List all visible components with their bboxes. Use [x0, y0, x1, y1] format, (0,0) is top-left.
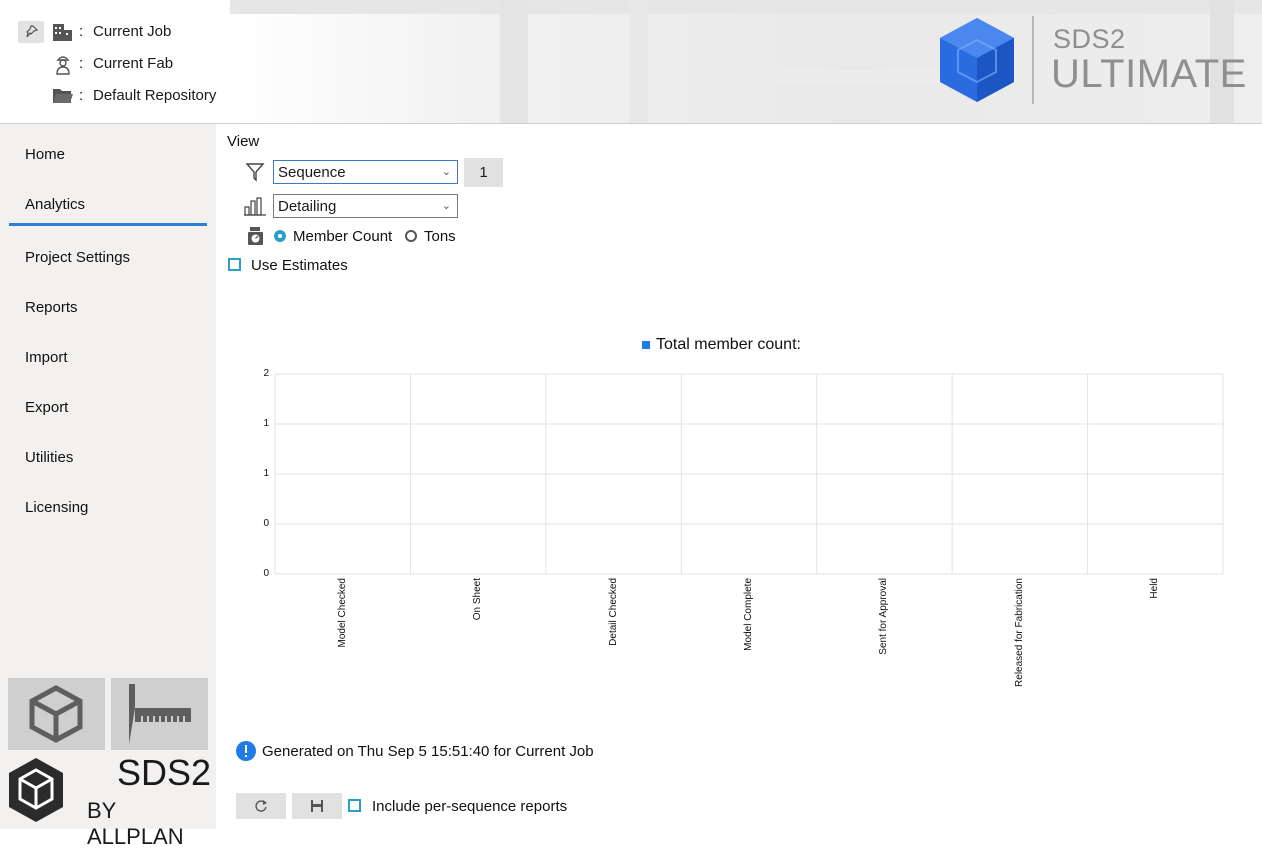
include-per-sequence-checkbox[interactable] [348, 799, 361, 812]
y-tick-label: 0 [263, 568, 269, 579]
x-tick-label: Sent for Approval [878, 578, 890, 655]
x-tick-label: Model Checked [336, 578, 348, 648]
y-tick-label: 2 [263, 368, 269, 379]
save-button[interactable] [292, 793, 342, 819]
info-icon [236, 741, 256, 766]
x-tick-label: Detail Checked [607, 578, 619, 646]
save-icon [311, 800, 323, 812]
y-tick-label: 0 [263, 518, 269, 529]
generated-status-text: Generated on Thu Sep 5 15:51:40 for Curr… [262, 743, 594, 760]
x-tick-label: Model Complete [743, 578, 754, 651]
x-tick-label: On Sheet [472, 578, 484, 621]
refresh-button[interactable] [236, 793, 286, 819]
y-tick-label: 1 [263, 468, 269, 479]
member-count-chart [274, 373, 1224, 575]
refresh-icon [255, 800, 267, 812]
x-tick-label: Released for Fabrication [1013, 578, 1025, 687]
y-tick-label: 1 [263, 418, 269, 429]
include-per-sequence-label: Include per-sequence reports [372, 798, 568, 815]
x-tick-label: Held [1149, 578, 1161, 599]
